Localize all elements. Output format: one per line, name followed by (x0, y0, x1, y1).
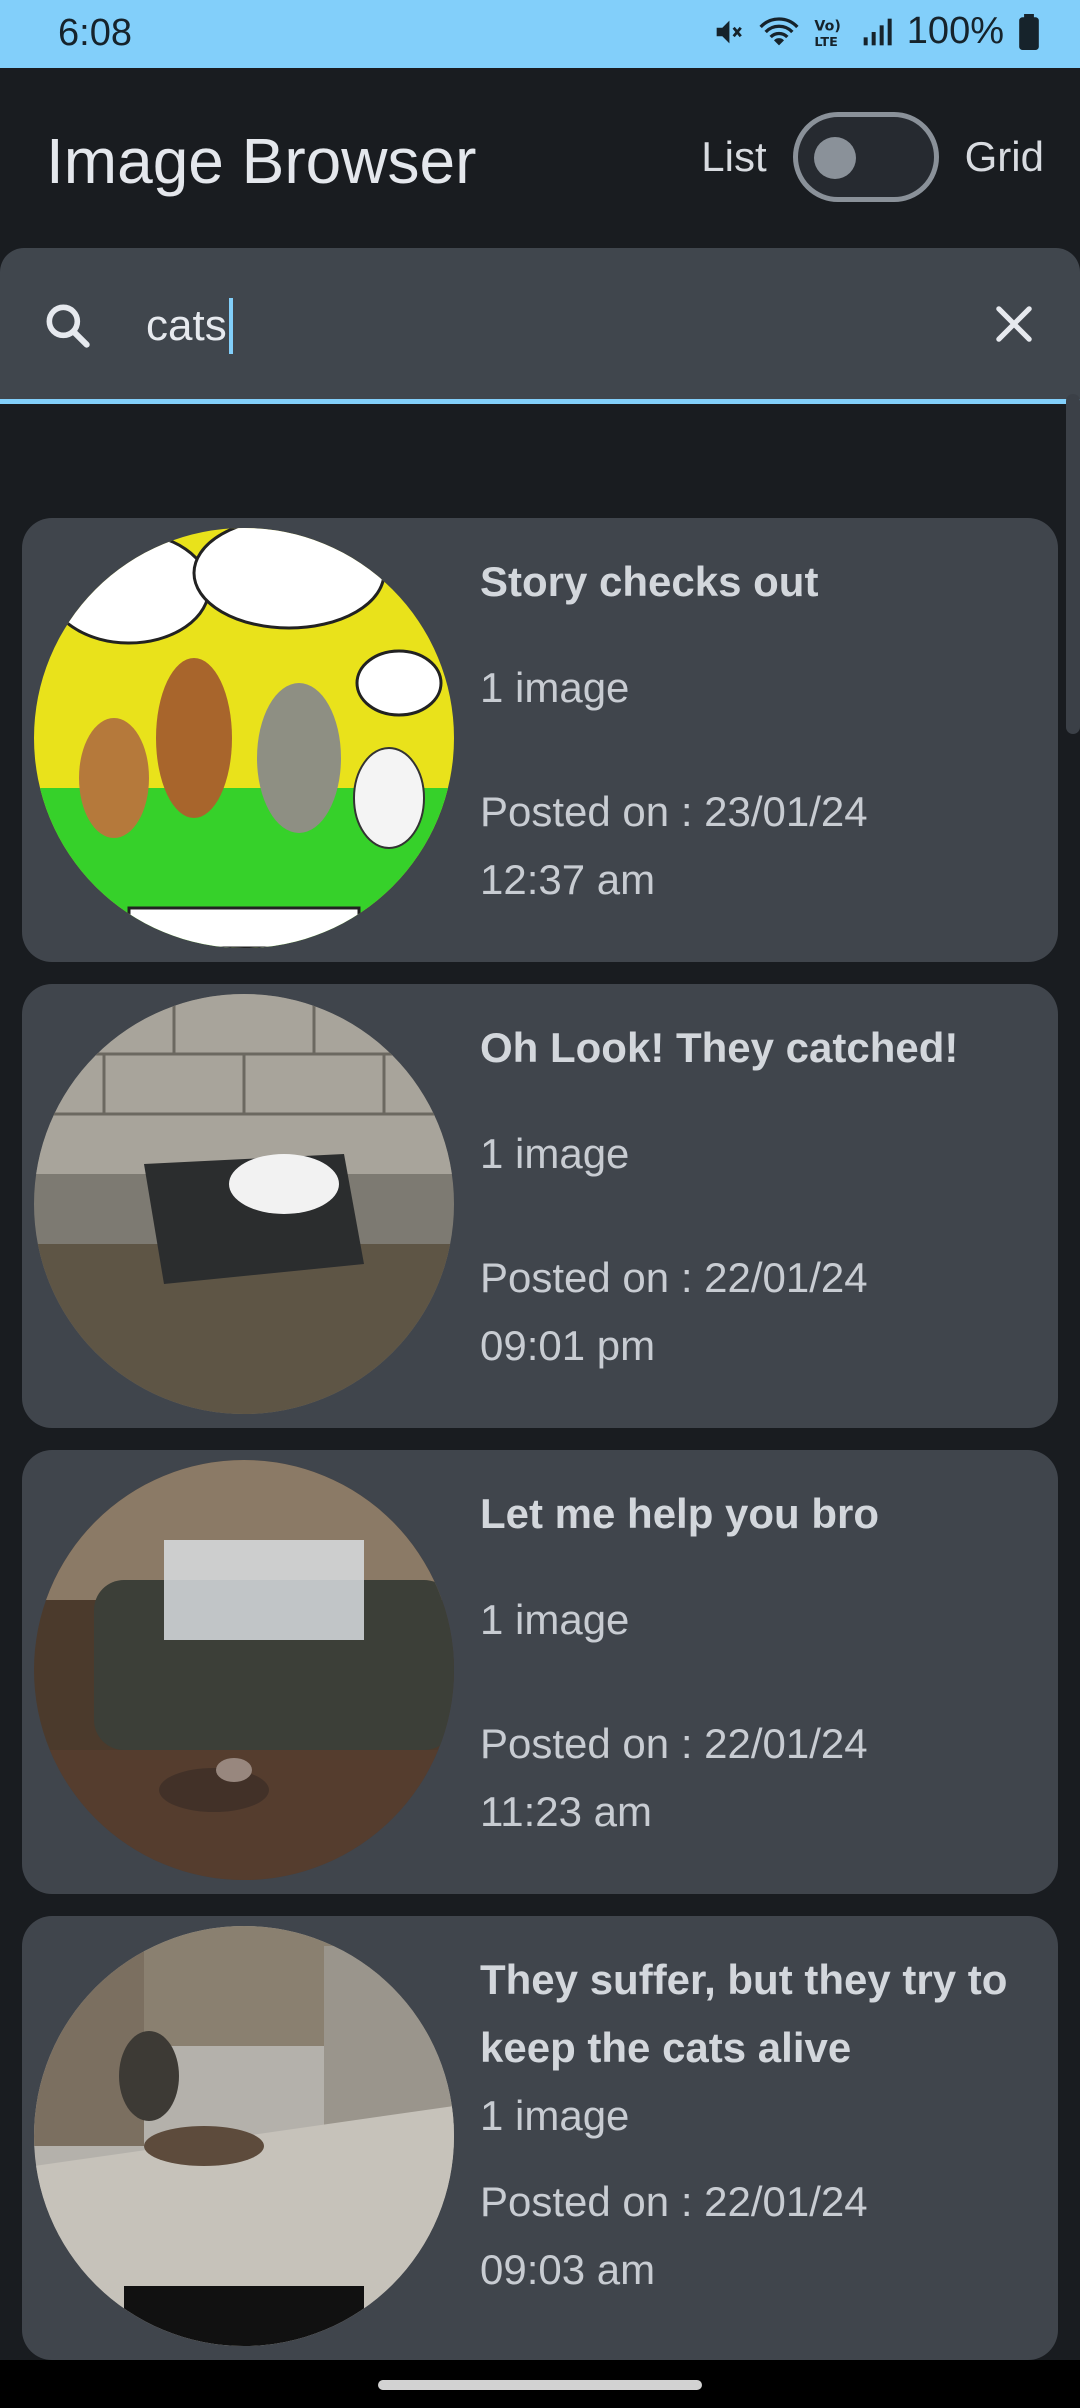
signal-icon (863, 18, 892, 45)
wifi-icon (759, 16, 799, 45)
close-icon[interactable] (988, 298, 1040, 350)
post-card[interactable]: Story checks out 1 image Posted on : 23/… (22, 518, 1058, 962)
text-cursor (228, 298, 233, 354)
posted-date: Posted on : 22/01/24 09:01 pm (480, 1254, 868, 1369)
posted-date: Posted on : 22/01/24 09:03 am (480, 2178, 868, 2293)
status-icons: Vo) LTE 100% (711, 10, 1040, 53)
volte-icon: Vo)LTE (814, 18, 840, 49)
battery-percent: 100% (906, 10, 1004, 52)
navigation-bar (0, 2360, 1080, 2408)
cartoon-image-icon (34, 528, 454, 948)
image-count: 1 image (480, 1130, 630, 1177)
app-bar: Image Browser List Grid (0, 68, 1080, 248)
svg-text:LTE: LTE (814, 35, 837, 49)
posted-date: Posted on : 22/01/24 11:23 am (480, 1720, 868, 1835)
image-count: 1 image (480, 664, 630, 711)
battery-icon (1019, 13, 1039, 50)
image-count: 1 image (480, 1596, 630, 1643)
posted-date: Posted on : 23/01/24 12:37 am (480, 788, 868, 903)
post-card[interactable]: Let me help you bro 1 image Posted on : … (22, 1450, 1058, 1894)
list-grid-switch[interactable] (792, 112, 939, 202)
mute-icon (716, 20, 742, 43)
photo-image-icon (34, 1460, 454, 1880)
search-field[interactable]: cats (0, 248, 1080, 404)
post-title: Oh Look! They catched! (480, 1024, 959, 1071)
photo-image-icon (34, 1926, 454, 2346)
svg-text:Vo): Vo) (814, 18, 840, 34)
status-time: 6:08 (58, 12, 132, 54)
post-thumbnail[interactable] (34, 994, 454, 1414)
view-toggle: List Grid (701, 112, 1044, 202)
search-input-value: cats (146, 301, 227, 350)
post-title: They suffer, but they try to keep the ca… (480, 1956, 1008, 2071)
toggle-label-list: List (701, 133, 767, 180)
post-thumbnail[interactable] (34, 1460, 454, 1880)
post-title: Story checks out (480, 558, 819, 605)
post-card[interactable]: They suffer, but they try to keep the ca… (22, 1916, 1058, 2360)
status-bar: 6:08 Vo) LTE 100% (0, 0, 1080, 68)
post-thumbnail[interactable] (34, 528, 454, 948)
photo-image-icon (34, 994, 454, 1414)
toggle-label-grid: Grid (964, 133, 1044, 180)
home-gesture-handle[interactable] (378, 2380, 702, 2390)
switch-knob (813, 137, 856, 179)
post-title: Let me help you bro (480, 1490, 880, 1537)
search-icon (46, 304, 90, 348)
image-count: 1 image (480, 2092, 630, 2139)
page-title: Image Browser (46, 125, 477, 197)
search-input[interactable]: cats (146, 298, 233, 354)
post-card[interactable]: Oh Look! They catched! 1 image Posted on… (22, 984, 1058, 1428)
scrollbar[interactable] (1066, 394, 1080, 734)
post-thumbnail[interactable] (34, 1926, 454, 2346)
